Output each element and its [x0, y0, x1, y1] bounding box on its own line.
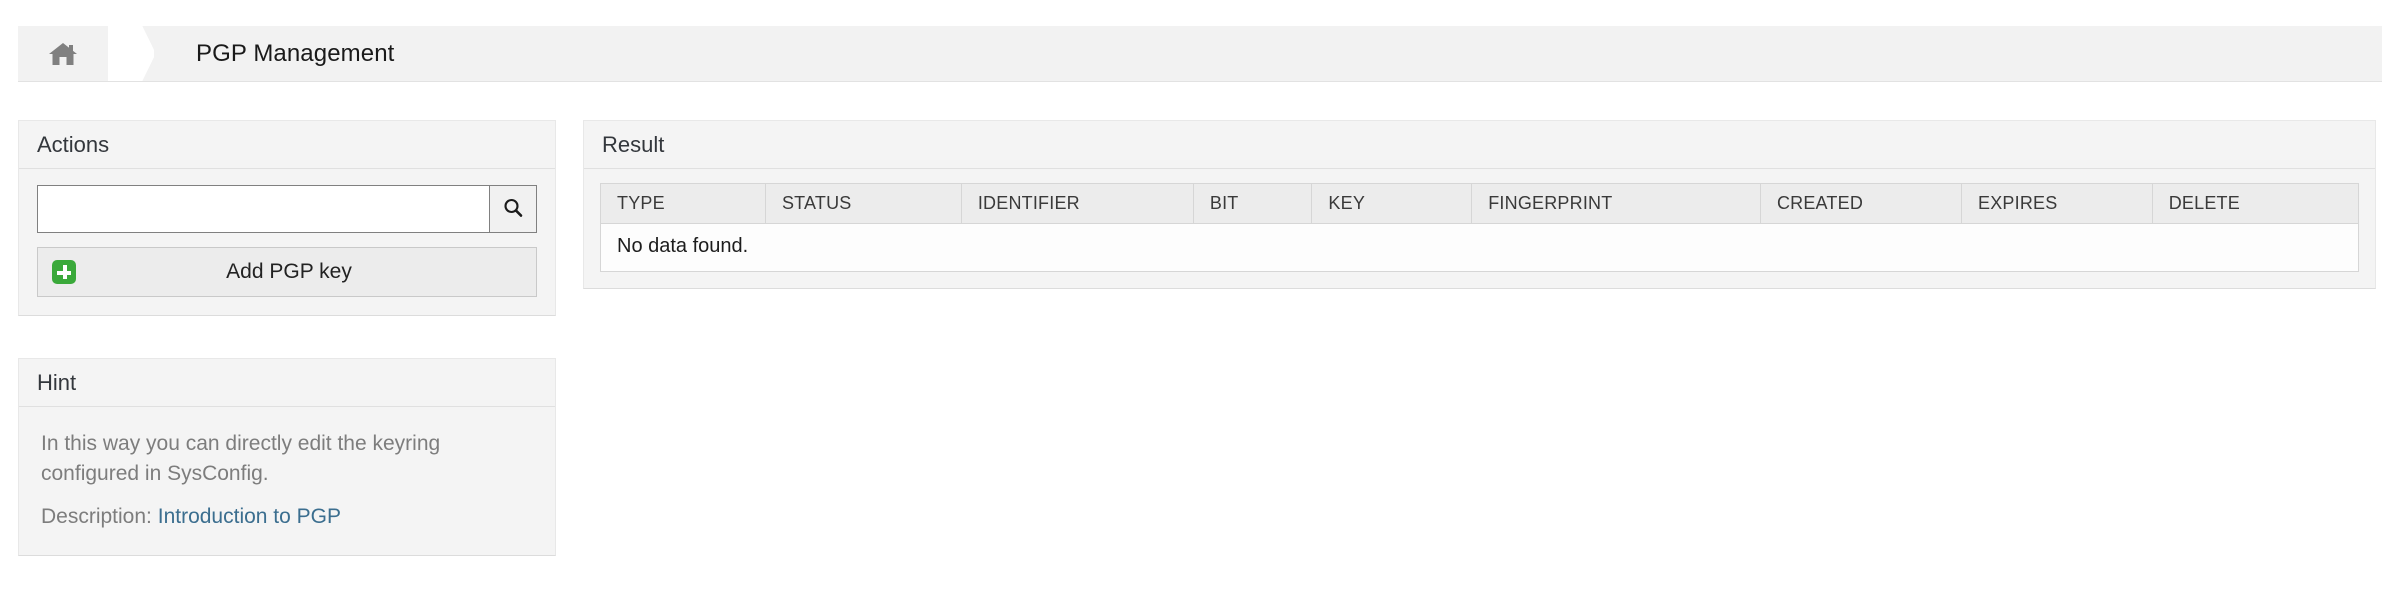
breadcrumb: PGP Management	[18, 26, 2382, 82]
no-data-message: No data found.	[600, 223, 2359, 272]
hint-description: Description: Introduction to PGP	[41, 505, 533, 529]
plus-icon	[52, 260, 76, 284]
actions-panel-header: Actions	[19, 121, 555, 169]
hint-panel: Hint In this way you can directly edit t…	[18, 358, 556, 556]
breadcrumb-home-link[interactable]	[18, 26, 108, 81]
column-header-type[interactable]: TYPE	[600, 183, 766, 224]
pgp-keys-table: TYPE STATUS IDENTIFIER BIT KEY FINGERPRINT CRE…	[600, 183, 2359, 272]
column-header-created[interactable]: CREATED	[1760, 183, 1963, 224]
home-icon	[48, 41, 78, 67]
table-empty-row: No data found.	[600, 223, 2359, 272]
hint-body-text: In this way you can directly edit the ke…	[41, 432, 441, 485]
chevron-right-icon	[108, 26, 154, 81]
result-panel-header: Result	[584, 121, 2375, 169]
add-pgp-key-label: Add PGP key	[226, 260, 352, 283]
column-header-delete[interactable]: DELETE	[2152, 183, 2359, 224]
hint-description-label: Description:	[41, 504, 152, 528]
result-panel-body: TYPE STATUS IDENTIFIER BIT KEY FINGERPRINT CRE…	[584, 169, 2375, 288]
search-row	[37, 185, 537, 233]
table-header-row: TYPE STATUS IDENTIFIER BIT KEY FINGERPRINT CRE…	[600, 183, 2359, 224]
search-input[interactable]	[37, 185, 489, 233]
table-body: No data found.	[600, 223, 2359, 272]
add-pgp-key-button[interactable]: Add PGP key	[37, 247, 537, 297]
actions-panel-body: Add PGP key	[19, 169, 555, 315]
column-header-expires[interactable]: EXPIRES	[1961, 183, 2153, 224]
introduction-to-pgp-link[interactable]: Introduction to PGP	[158, 505, 341, 528]
column-header-fingerprint[interactable]: FINGERPRINT	[1471, 183, 1761, 224]
page-title: PGP Management	[196, 39, 395, 67]
hint-panel-body: In this way you can directly edit the ke…	[19, 407, 555, 555]
column-header-bit[interactable]: BIT	[1193, 183, 1313, 224]
result-panel: Result TYPE STATUS IDENTIFIER BIT KEY FINGERP…	[583, 120, 2376, 289]
search-icon	[502, 197, 524, 222]
hint-panel-header: Hint	[19, 359, 555, 407]
column-header-key[interactable]: KEY	[1311, 183, 1473, 224]
search-button[interactable]	[489, 185, 537, 233]
table-head: TYPE STATUS IDENTIFIER BIT KEY FINGERPRINT CRE…	[600, 183, 2359, 224]
column-header-status[interactable]: STATUS	[765, 183, 962, 224]
actions-panel: Actions Add PGP key	[18, 120, 556, 316]
column-header-identifier[interactable]: IDENTIFIER	[961, 183, 1194, 224]
